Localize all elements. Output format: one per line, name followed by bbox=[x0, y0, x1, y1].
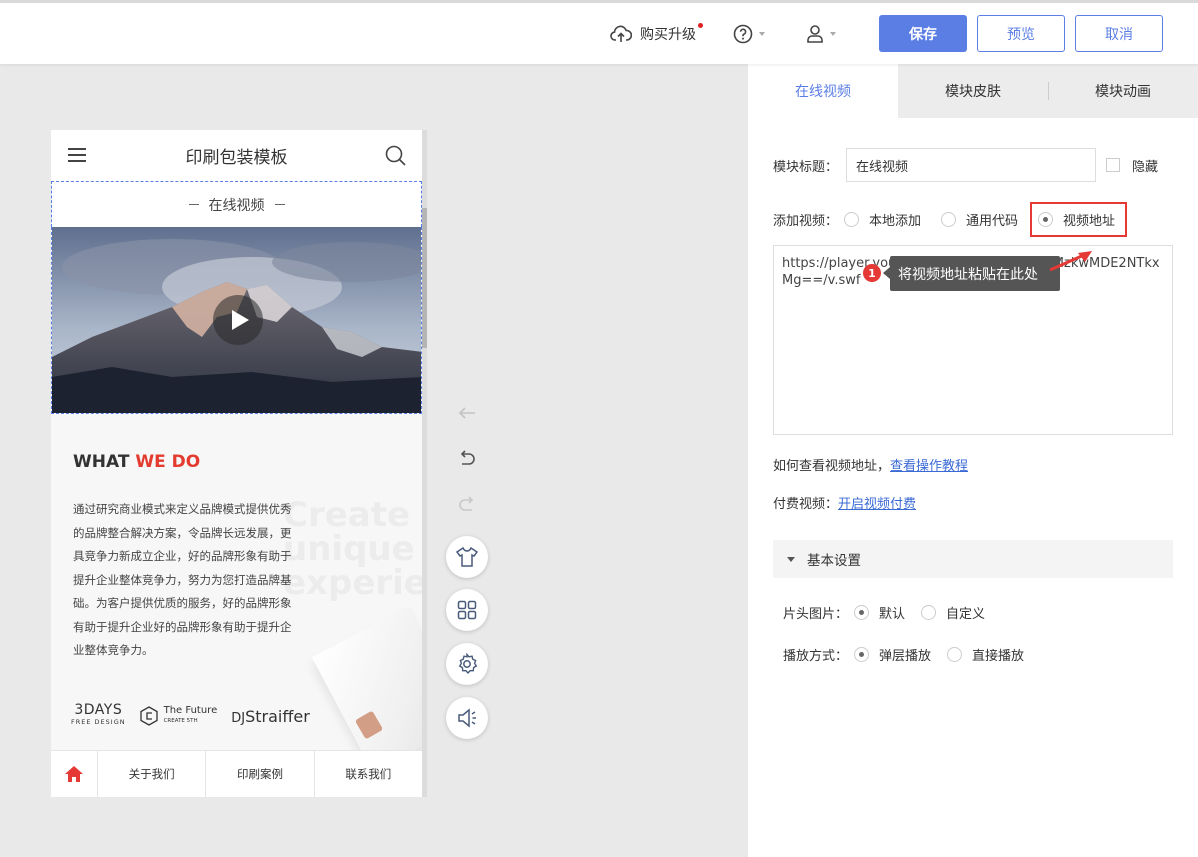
preview-button[interactable]: 预览 bbox=[977, 15, 1065, 52]
save-button[interactable]: 保存 bbox=[879, 15, 967, 52]
option-play-direct[interactable]: 直接播放 bbox=[947, 645, 1024, 664]
back-arrow-icon[interactable] bbox=[458, 406, 476, 420]
title-dash-right bbox=[274, 204, 285, 205]
user-icon bbox=[807, 25, 823, 43]
section-heading: WHAT WE DO bbox=[73, 452, 201, 472]
tab-online-video[interactable]: 在线视频 bbox=[748, 64, 898, 118]
radio-play-popup[interactable] bbox=[854, 647, 870, 662]
notification-dot bbox=[698, 23, 703, 28]
settings-panel: 在线视频 模块皮肤 模块动画 模块标题： 在线视频 隐藏 添加视频： 本地添加 … bbox=[748, 64, 1198, 857]
tutorial-row: 如何查看视频地址， 查看操作教程 bbox=[773, 455, 968, 474]
basic-settings-header[interactable]: 基本设置 bbox=[773, 540, 1173, 578]
panel-tabs: 在线视频 模块皮肤 模块动画 bbox=[748, 64, 1198, 118]
tutorial-link[interactable]: 查看操作教程 bbox=[890, 455, 968, 474]
paid-video-row: 付费视频： 开启视频付费 bbox=[773, 493, 916, 512]
preview-scrollbar[interactable] bbox=[422, 130, 427, 797]
scrollbar-thumb[interactable] bbox=[422, 208, 427, 348]
module-title-bar[interactable]: 在线视频 bbox=[51, 181, 422, 227]
caret-down-icon bbox=[787, 556, 795, 562]
settings-tool-button[interactable] bbox=[446, 643, 488, 685]
tshirt-icon bbox=[456, 547, 478, 567]
module-title: 在线视频 bbox=[208, 197, 265, 214]
nav-contact[interactable]: 联系我们 bbox=[313, 751, 422, 797]
gear-icon bbox=[458, 653, 478, 675]
phone-header: 印刷包装模板 bbox=[51, 130, 422, 180]
logo-straiffer: DJStraiffer bbox=[231, 706, 310, 726]
option-local-upload[interactable]: 本地添加 bbox=[844, 210, 921, 229]
paid-video-link[interactable]: 开启视频付费 bbox=[838, 493, 916, 512]
nav-cases[interactable]: 印刷案例 bbox=[205, 751, 313, 797]
radio-cover-default[interactable] bbox=[854, 605, 870, 620]
nav-home[interactable] bbox=[51, 751, 97, 797]
nav-about[interactable]: 关于我们 bbox=[97, 751, 205, 797]
cover-image-row: 片头图片： 默认 自定义 bbox=[783, 603, 985, 622]
hexagon-logo-icon bbox=[139, 706, 158, 726]
step-badge: 1 bbox=[863, 264, 881, 282]
radio-local-upload[interactable] bbox=[844, 212, 860, 227]
redo-icon[interactable] bbox=[458, 496, 476, 514]
undo-icon[interactable] bbox=[458, 450, 476, 468]
top-toolbar: 购买升级 保存 预览 取消 bbox=[0, 0, 1198, 64]
radio-cover-custom[interactable] bbox=[921, 605, 937, 620]
hamburger-menu-icon[interactable] bbox=[68, 148, 86, 162]
option-play-popup[interactable]: 弹层播放 bbox=[854, 645, 931, 664]
option-video-url[interactable]: 视频地址 bbox=[1030, 202, 1128, 237]
phone-bottom-nav: 关于我们 印刷案例 联系我们 bbox=[51, 750, 422, 797]
add-video-label: 添加视频： bbox=[773, 214, 839, 229]
cloud-upload-icon bbox=[610, 25, 632, 42]
upgrade-label: 购买升级 bbox=[640, 26, 696, 43]
radio-play-direct[interactable] bbox=[947, 647, 963, 662]
upgrade-button[interactable]: 购买升级 bbox=[610, 3, 703, 64]
option-embed-code[interactable]: 通用代码 bbox=[941, 210, 1018, 229]
chevron-down-icon bbox=[830, 31, 836, 36]
play-mode-row: 播放方式： 弹层播放 直接播放 bbox=[783, 645, 1024, 664]
site-title: 印刷包装模板 bbox=[185, 147, 288, 168]
section-paragraph: 通过研究商业模式来定义品牌模式提供优秀的品牌整合解决方案，令品牌长远发展，更具竞… bbox=[73, 502, 292, 657]
announcement-tool-button[interactable] bbox=[446, 697, 488, 739]
skin-tool-button[interactable] bbox=[446, 536, 488, 578]
dj-monogram-icon: DJ bbox=[231, 710, 246, 726]
tab-module-skin[interactable]: 模块皮肤 bbox=[898, 64, 1048, 118]
modules-tool-button[interactable] bbox=[446, 589, 488, 631]
mobile-preview: 印刷包装模板 在线视频 Create unique user bbox=[51, 130, 422, 797]
module-title-input[interactable]: 在线视频 bbox=[846, 148, 1097, 182]
add-video-row: 添加视频： 本地添加 通用代码 视频地址 bbox=[773, 202, 1128, 237]
cover-image-label: 片头图片： bbox=[783, 607, 849, 622]
help-menu[interactable] bbox=[733, 3, 765, 64]
tutorial-label: 如何查看视频地址， bbox=[773, 459, 891, 474]
video-player[interactable] bbox=[51, 227, 422, 414]
user-menu[interactable] bbox=[806, 3, 836, 64]
cancel-button[interactable]: 取消 bbox=[1075, 15, 1163, 52]
play-mode-label: 播放方式： bbox=[783, 649, 849, 664]
background-slogan: Create unique user experience bbox=[283, 495, 422, 603]
logo-the-future: The Future CREATE 5TH bbox=[139, 706, 217, 726]
option-cover-custom[interactable]: 自定义 bbox=[921, 603, 985, 622]
module-title-label: 模块标题： bbox=[773, 159, 839, 175]
paste-hint-tooltip: 将视频地址粘贴在此处 bbox=[883, 256, 1060, 291]
hide-label: 隐藏 bbox=[1132, 159, 1159, 175]
tab-divider bbox=[1048, 82, 1049, 100]
module-title-row: 模块标题： 在线视频 隐藏 bbox=[773, 148, 1158, 182]
speaker-icon bbox=[458, 708, 476, 728]
radio-video-url[interactable] bbox=[1038, 212, 1054, 227]
paid-video-label: 付费视频： bbox=[773, 497, 839, 512]
hide-checkbox[interactable] bbox=[1106, 158, 1121, 172]
tab-module-animation[interactable]: 模块动画 bbox=[1048, 64, 1198, 118]
option-cover-default[interactable]: 默认 bbox=[854, 603, 905, 622]
chevron-down-icon bbox=[759, 31, 765, 36]
red-arrow-icon bbox=[1049, 251, 1092, 272]
home-icon bbox=[65, 766, 83, 782]
title-dash-left bbox=[188, 204, 199, 205]
logo-3days: 3DAYS FREE DESIGN bbox=[71, 702, 126, 726]
search-icon[interactable] bbox=[385, 145, 406, 166]
what-we-do-section: Create unique user experience WHAT WE DO… bbox=[51, 414, 422, 750]
partner-logos: 3DAYS FREE DESIGN The Future CREATE 5TH D… bbox=[71, 702, 310, 728]
radio-embed-code[interactable] bbox=[941, 212, 957, 227]
play-button[interactable] bbox=[213, 295, 263, 345]
help-icon bbox=[733, 24, 753, 43]
grid-icon bbox=[457, 600, 477, 620]
